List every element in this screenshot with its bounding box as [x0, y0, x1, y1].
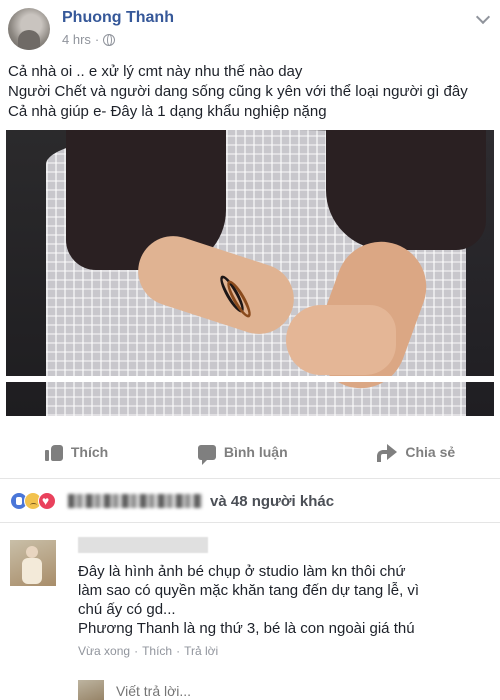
commenter-avatar[interactable] — [10, 540, 56, 586]
meta-separator: · — [134, 644, 139, 658]
share-label: Chia sẻ — [405, 444, 456, 460]
post-line: Người Chết và người dang sống cũng k yên… — [8, 83, 468, 100]
post-actions: Thích Bình luận Chia sẻ — [0, 428, 500, 476]
comment-line: Đây là hình ảnh bé chụp ở studio làm kn … — [78, 563, 406, 580]
photo-seam — [6, 376, 494, 382]
comment-meta: Vừa xong · Thích · Trả lời — [78, 644, 218, 658]
reactions-others: và 48 người khác — [210, 492, 335, 510]
post-photo[interactable] — [6, 130, 494, 416]
chevron-down-icon[interactable] — [475, 9, 491, 25]
meta-separator: · — [94, 32, 100, 47]
thumbs-up-icon — [44, 443, 63, 461]
share-arrow-icon — [377, 444, 398, 462]
post-time[interactable]: 4 hrs — [62, 32, 91, 47]
author-name[interactable]: Phuong Thanh — [62, 9, 174, 27]
divider — [0, 522, 500, 523]
globe-icon — [103, 33, 116, 46]
comment-button[interactable]: Bình luận — [197, 444, 288, 465]
love-reaction-icon — [38, 492, 56, 510]
like-button[interactable]: Thích — [44, 443, 109, 461]
like-label: Thích — [70, 444, 109, 460]
post-line: Cả nhà giúp e- Đây là 1 dạng khẩu nghiệp… — [8, 103, 327, 120]
post-line: Cả nhà oi .. e xử lý cmt này nhu thế nào… — [8, 63, 303, 80]
meta-separator: · — [176, 644, 181, 658]
post-meta: 4 hrs · — [62, 32, 116, 47]
post-header: Phuong Thanh 4 hrs · — [0, 0, 500, 58]
author-avatar[interactable] — [8, 8, 50, 50]
share-button[interactable]: Chia sẻ — [377, 444, 456, 462]
speech-bubble-icon — [197, 444, 216, 465]
reply-avatar — [78, 680, 104, 700]
comment-line: chú ấy có gd... — [78, 601, 176, 618]
photo-sleeve — [326, 130, 486, 250]
reactions-summary[interactable]: và 48 người khác — [0, 488, 500, 514]
comment-like-link[interactable]: Thích — [142, 644, 172, 658]
comment-label: Bình luận — [223, 444, 288, 460]
photo-hands — [286, 305, 396, 375]
comment-reply-link[interactable]: Trả lời — [184, 644, 218, 658]
comment-body: Đây là hình ảnh bé chụp ở studio làm kn … — [78, 562, 484, 638]
blurred-reactor-name — [68, 494, 202, 508]
comment-line: Phương Thanh là ng thứ 3, bé là con ngoà… — [78, 620, 415, 637]
comment-time[interactable]: Vừa xong — [78, 644, 130, 658]
comment-line: làm sao có quyền mặc khăn tang đến dự ta… — [78, 582, 420, 599]
reply-input[interactable] — [116, 683, 476, 699]
blurred-commenter-name — [78, 537, 208, 553]
post-text: Cả nhà oi .. e xử lý cmt này nhu thế nào… — [8, 62, 492, 122]
divider — [0, 478, 500, 479]
